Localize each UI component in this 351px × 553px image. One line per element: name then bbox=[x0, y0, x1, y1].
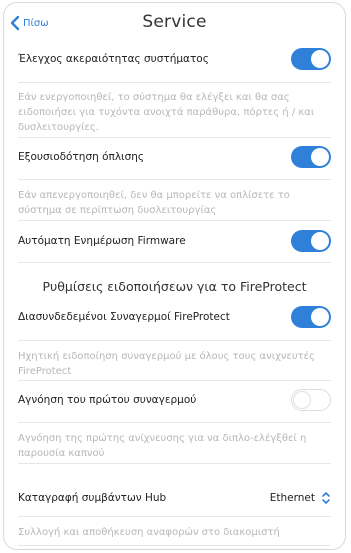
setting-description: Εάν απενεργοποιηθεί, δεν θα μπορείτε να … bbox=[18, 190, 290, 216]
toggle-knob bbox=[311, 50, 329, 68]
hub-log-select[interactable]: Ethernet bbox=[270, 491, 331, 505]
divider bbox=[18, 220, 331, 221]
setting-label: Εξουσιοδότηση όπλισης bbox=[18, 151, 145, 163]
setting-label: Καταγραφή συμβάντων Hub bbox=[18, 492, 167, 504]
divider bbox=[18, 422, 331, 423]
toggle-knob bbox=[293, 391, 311, 409]
page-title: Service bbox=[142, 12, 207, 32]
setting-row-interconnected-alarms: Διασυνδεδεμένοι Συναγερμοί FireProtect bbox=[18, 306, 331, 328]
setting-description: Ηχητική ειδοποίηση συναγερμού με όλους τ… bbox=[18, 351, 315, 377]
auto-firmware-update-toggle[interactable] bbox=[291, 230, 331, 252]
system-integrity-toggle[interactable] bbox=[291, 48, 331, 70]
divider bbox=[18, 545, 331, 546]
setting-description: Αγνόηση της πρώτης ανίχνευσης για να διπ… bbox=[18, 433, 307, 459]
setting-label: Αγνόηση του πρώτου συναγερμού bbox=[18, 394, 197, 406]
divider bbox=[18, 340, 331, 341]
setting-row-arming-authorization: Εξουσιοδότηση όπλισης bbox=[18, 146, 331, 168]
interconnected-alarms-toggle[interactable] bbox=[291, 306, 331, 328]
setting-label: Έλεγχος ακεραιότητας συστήματος bbox=[18, 53, 209, 65]
hub-log-select-value: Ethernet bbox=[269, 492, 315, 504]
fireprotect-section-title: Ρυθμίσεις ειδοποιήσεων για το FireProtec… bbox=[42, 279, 307, 294]
ignore-first-alarm-toggle[interactable] bbox=[291, 389, 331, 411]
setting-label: Αυτόματη Ενημέρωση Firmware bbox=[18, 235, 186, 247]
toggle-knob bbox=[311, 148, 329, 166]
setting-row-hub-event-log: Καταγραφή συμβάντων Hub Ethernet bbox=[18, 491, 331, 505]
setting-description: Εάν ενεργοποιηθεί, το σύστημα θα ελέγξει… bbox=[18, 92, 315, 133]
setting-description: Συλλογή και αποθήκευση αναφορών στο διακ… bbox=[18, 527, 280, 538]
service-settings-screen: Πίσω Service Έλεγχος ακεραιότητας συστήμ… bbox=[3, 2, 346, 550]
divider bbox=[18, 463, 331, 464]
arming-authorization-toggle[interactable] bbox=[291, 146, 331, 168]
toggle-knob bbox=[311, 308, 329, 326]
divider bbox=[18, 137, 331, 138]
toggle-knob bbox=[311, 232, 329, 250]
chevron-up-down-icon bbox=[322, 492, 330, 504]
divider bbox=[18, 380, 331, 381]
setting-label: Διασυνδεδεμένοι Συναγερμοί FireProtect bbox=[18, 311, 230, 323]
setting-row-ignore-first-alarm: Αγνόηση του πρώτου συναγερμού bbox=[18, 389, 331, 411]
divider bbox=[18, 262, 331, 263]
divider bbox=[18, 82, 331, 83]
header: Πίσω Service bbox=[4, 3, 345, 43]
divider bbox=[18, 179, 331, 180]
setting-row-auto-firmware-update: Αυτόματη Ενημέρωση Firmware bbox=[18, 230, 331, 252]
setting-row-system-integrity: Έλεγχος ακεραιότητας συστήματος bbox=[18, 48, 331, 70]
divider bbox=[18, 516, 331, 517]
